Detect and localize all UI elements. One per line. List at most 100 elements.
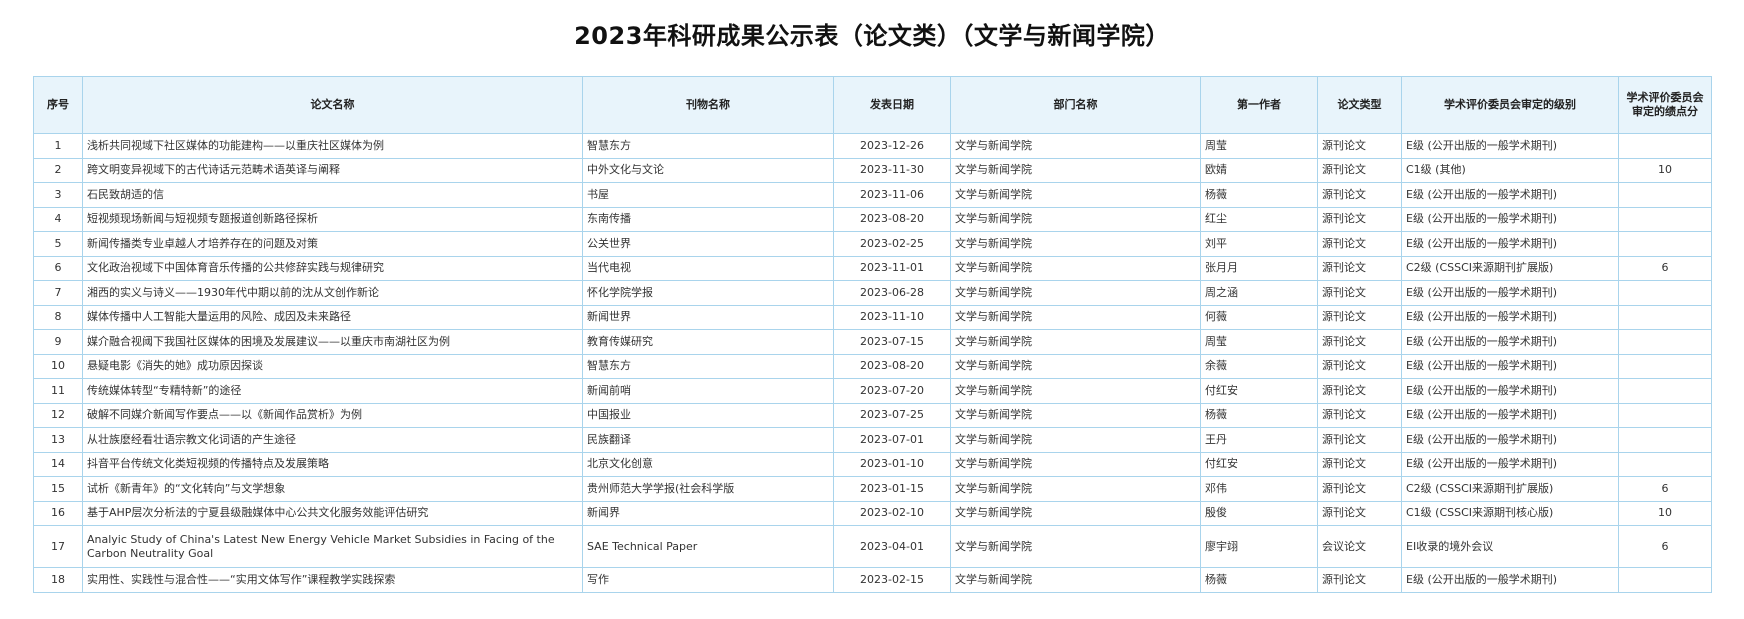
cell-department: 文学与新闻学院 [950, 280, 1201, 306]
header-first-author: 第一作者 [1200, 76, 1318, 134]
cell-journal: 新闻世界 [582, 304, 834, 330]
table-row: 5 新闻传播类专业卓越人才培养存在的问题及对策 公关世界 2023-02-25 文学与新… [33, 231, 1712, 257]
cell-first-author: 周之涵 [1200, 280, 1318, 306]
cell-department: 文学与新闻学院 [950, 353, 1201, 379]
cell-journal: 书屋 [582, 182, 834, 208]
cell-paper-type: 源刊论文 [1317, 402, 1402, 428]
table-row: 17 Analyic Study of China's Latest New En… [33, 525, 1712, 568]
cell-journal: 怀化学院学报 [582, 280, 834, 306]
cell-index: 16 [33, 500, 83, 526]
cell-date: 2023-07-25 [833, 402, 951, 428]
cell-department: 文学与新闻学院 [950, 451, 1201, 477]
cell-first-author: 周莹 [1200, 329, 1318, 355]
cell-journal: 公关世界 [582, 231, 834, 257]
cell-paper-type: 源刊论文 [1317, 451, 1402, 477]
cell-department: 文学与新闻学院 [950, 206, 1201, 232]
cell-level: E级 (公开出版的一般学术期刊) [1401, 353, 1619, 379]
cell-index: 1 [33, 133, 83, 159]
table-row: 4 短视频现场新闻与短视频专题报道创新路径探析 东南传播 2023-08-20 文学与新… [33, 206, 1712, 232]
cell-date: 2023-04-01 [833, 525, 951, 568]
header-journal: 刊物名称 [582, 76, 834, 134]
cell-date: 2023-02-10 [833, 500, 951, 526]
cell-level: C2级 (CSSCI来源期刊扩展版) [1401, 476, 1619, 502]
cell-paper-name: 媒介融合视阈下我国社区媒体的困境及发展建议——以重庆市南湖社区为例 [82, 329, 583, 355]
cell-paper-name: 基于AHP层次分析法的宁夏县级融媒体中心公共文化服务效能评估研究 [82, 500, 583, 526]
cell-paper-type: 源刊论文 [1317, 329, 1402, 355]
cell-department: 文学与新闻学院 [950, 304, 1201, 330]
cell-level: E级 (公开出版的一般学术期刊) [1401, 451, 1619, 477]
cell-level: E级 (公开出版的一般学术期刊) [1401, 206, 1619, 232]
cell-department: 文学与新闻学院 [950, 133, 1201, 159]
cell-index: 4 [33, 206, 83, 232]
cell-score [1618, 427, 1712, 453]
cell-level: E级 (公开出版的一般学术期刊) [1401, 304, 1619, 330]
cell-first-author: 红尘 [1200, 206, 1318, 232]
cell-paper-type: 源刊论文 [1317, 182, 1402, 208]
cell-first-author: 杨薇 [1200, 182, 1318, 208]
cell-date: 2023-11-30 [833, 157, 951, 183]
results-table: 序号 论文名称 刊物名称 发表日期 部门名称 第一作者 论文类型 学术评价委员会… [33, 76, 1712, 593]
cell-department: 文学与新闻学院 [950, 500, 1201, 526]
cell-journal: 当代电视 [582, 255, 834, 281]
cell-journal: 贵州师范大学学报(社会科学版 [582, 476, 834, 502]
cell-level: C1级 (CSSCI来源期刊核心版) [1401, 500, 1619, 526]
table-body: 1 浅析共同视域下社区媒体的功能建构——以重庆社区媒体为例 智慧东方 2023-12-… [33, 133, 1712, 593]
cell-first-author: 殷俊 [1200, 500, 1318, 526]
table-row: 13 从壮族麽经看壮语宗教文化词语的产生途径 民族翻译 2023-07-01 文学与新闻… [33, 427, 1712, 453]
cell-score [1618, 567, 1712, 593]
cell-index: 11 [33, 378, 83, 404]
cell-journal: 新闻界 [582, 500, 834, 526]
cell-paper-name: 悬疑电影《消失的她》成功原因探谈 [82, 353, 583, 379]
cell-score: 6 [1618, 476, 1712, 502]
cell-level: C1级 (其他) [1401, 157, 1619, 183]
cell-journal: 智慧东方 [582, 353, 834, 379]
cell-department: 文学与新闻学院 [950, 255, 1201, 281]
cell-date: 2023-02-25 [833, 231, 951, 257]
cell-department: 文学与新闻学院 [950, 157, 1201, 183]
cell-score: 6 [1618, 525, 1712, 568]
cell-level: E级 (公开出版的一般学术期刊) [1401, 182, 1619, 208]
cell-paper-name: 浅析共同视域下社区媒体的功能建构——以重庆社区媒体为例 [82, 133, 583, 159]
table-row: 10 悬疑电影《消失的她》成功原因探谈 智慧东方 2023-08-20 文学与新闻学院余… [33, 353, 1712, 379]
cell-index: 2 [33, 157, 83, 183]
cell-level: E级 (公开出版的一般学术期刊) [1401, 427, 1619, 453]
cell-paper-type: 源刊论文 [1317, 255, 1402, 281]
cell-score: 6 [1618, 255, 1712, 281]
cell-date: 2023-06-28 [833, 280, 951, 306]
cell-journal: 教育传媒研究 [582, 329, 834, 355]
header-department: 部门名称 [950, 76, 1201, 134]
cell-level: E级 (公开出版的一般学术期刊) [1401, 402, 1619, 428]
cell-paper-name: 从壮族麽经看壮语宗教文化词语的产生途径 [82, 427, 583, 453]
cell-paper-name: 短视频现场新闻与短视频专题报道创新路径探析 [82, 206, 583, 232]
cell-paper-type: 源刊论文 [1317, 567, 1402, 593]
cell-department: 文学与新闻学院 [950, 231, 1201, 257]
cell-score [1618, 206, 1712, 232]
cell-index: 5 [33, 231, 83, 257]
cell-journal: 北京文化创意 [582, 451, 834, 477]
cell-first-author: 杨薇 [1200, 402, 1318, 428]
cell-first-author: 付红安 [1200, 378, 1318, 404]
cell-level: E级 (公开出版的一般学术期刊) [1401, 329, 1619, 355]
cell-paper-type: 源刊论文 [1317, 353, 1402, 379]
table-row: 7 湘西的实义与诗义——1930年代中期以前的沈从文创作新论 怀化学院学报 2023-… [33, 280, 1712, 306]
cell-first-author: 邓伟 [1200, 476, 1318, 502]
cell-paper-name: 破解不同媒介新闻写作要点——以《新闻作品赏析》为例 [82, 402, 583, 428]
cell-journal: 智慧东方 [582, 133, 834, 159]
cell-date: 2023-02-15 [833, 567, 951, 593]
cell-date: 2023-08-20 [833, 353, 951, 379]
cell-score [1618, 451, 1712, 477]
cell-paper-name: 文化政治视域下中国体育音乐传播的公共修辞实践与规律研究 [82, 255, 583, 281]
cell-journal: 写作 [582, 567, 834, 593]
cell-first-author: 张月月 [1200, 255, 1318, 281]
table-row: 15 试析《新青年》的“文化转向”与文学想象 贵州师范大学学报(社会科学版 2023-… [33, 476, 1712, 502]
cell-first-author: 刘平 [1200, 231, 1318, 257]
cell-paper-type: 源刊论文 [1317, 157, 1402, 183]
cell-paper-name: 跨文明变异视域下的古代诗话元范畴术语英译与阐释 [82, 157, 583, 183]
table-row: 14 抖音平台传统文化类短视频的传播特点及发展策略 北京文化创意 2023-01-10… [33, 451, 1712, 477]
cell-level: C2级 (CSSCI来源期刊扩展版) [1401, 255, 1619, 281]
cell-index: 13 [33, 427, 83, 453]
cell-department: 文学与新闻学院 [950, 182, 1201, 208]
cell-index: 8 [33, 304, 83, 330]
cell-journal: 中外文化与文论 [582, 157, 834, 183]
cell-level: E级 (公开出版的一般学术期刊) [1401, 280, 1619, 306]
